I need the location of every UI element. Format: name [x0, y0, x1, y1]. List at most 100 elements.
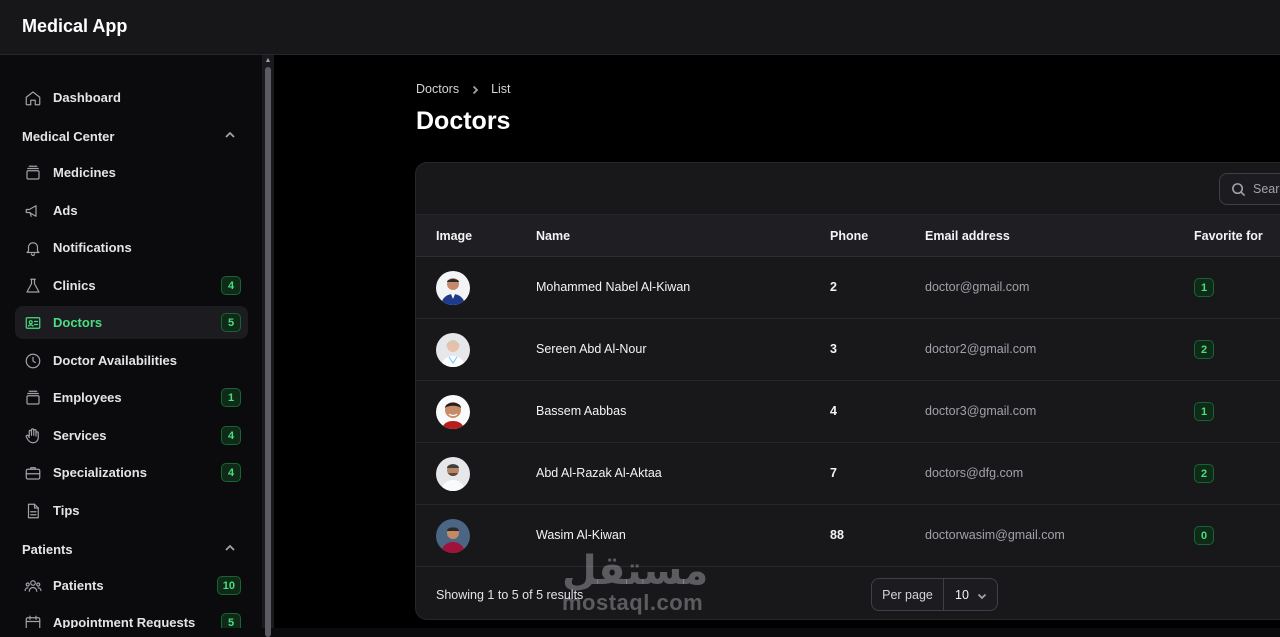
breadcrumb: Doctors List [416, 82, 511, 96]
chevron-right-icon [470, 84, 480, 95]
column-header-favorite[interactable]: Favorite for [1194, 229, 1263, 243]
main-content: Doctors List Doctors Image Name Phone Em… [274, 55, 1280, 628]
breadcrumb-parent[interactable]: Doctors [416, 82, 459, 96]
sidebar-item-label: Medicines [53, 165, 116, 180]
sidebar-item-patients[interactable]: Patients 10 [15, 569, 248, 602]
column-header-email[interactable]: Email address [925, 229, 1010, 243]
table-toolbar [416, 163, 1280, 215]
count-badge: 4 [221, 463, 241, 482]
per-page-value: 10 [955, 587, 969, 602]
count-badge: 5 [221, 613, 241, 628]
sidebar-item-label: Notifications [53, 240, 132, 255]
sidebar-item-label: Patients [53, 578, 104, 593]
column-header-name[interactable]: Name [536, 229, 570, 243]
clock-icon [23, 351, 42, 370]
search-icon [1231, 182, 1246, 197]
per-page-select[interactable]: 10 [944, 579, 997, 610]
top-bar: Medical App [0, 0, 1280, 55]
table-footer: Showing 1 to 5 of 5 results Per page 10 [416, 568, 1280, 619]
document-icon [23, 501, 42, 520]
count-badge: 1 [221, 388, 241, 407]
doctor-phone: 2 [830, 280, 837, 294]
sidebar-item-medicines[interactable]: Medicines [15, 156, 248, 189]
page-title: Doctors [416, 107, 511, 135]
doctor-name: Abd Al-Razak Al-Aktaa [536, 466, 662, 480]
avatar [436, 519, 470, 553]
doctor-email: doctors@dfg.com [925, 466, 1024, 480]
table-row[interactable]: Sereen Abd Al-Nour 3 doctor2@gmail.com 2 [416, 319, 1280, 381]
chevron-down-icon [977, 590, 987, 600]
column-header-image: Image [436, 229, 473, 243]
megaphone-icon [23, 201, 42, 220]
sidebar-group-medical-center[interactable]: Medical Center [22, 128, 242, 148]
avatar [436, 457, 470, 491]
sidebar-item-label: Doctors [53, 315, 103, 330]
flask-icon [23, 276, 42, 295]
doctor-phone: 4 [830, 404, 837, 418]
sidebar-item-label: Clinics [53, 278, 96, 293]
avatar [436, 333, 470, 367]
table-row[interactable]: Wasim Al-Kiwan 88 doctorwasim@gmail.com … [416, 505, 1280, 567]
doctor-name: Sereen Abd Al-Nour [536, 342, 647, 356]
chevron-up-icon[interactable] [224, 128, 238, 142]
doctor-name: Wasim Al-Kiwan [536, 528, 626, 542]
pagination-summary: Showing 1 to 5 of 5 results [436, 588, 584, 602]
doctor-name: Mohammed Nabel Al-Kiwan [536, 280, 691, 294]
hand-icon [23, 426, 42, 445]
favorite-count-badge: 0 [1194, 526, 1214, 545]
count-badge: 10 [216, 576, 241, 595]
per-page-control[interactable]: Per page 10 [871, 578, 998, 611]
sidebar-item-label: Tips [53, 503, 80, 518]
sidebar-item-dashboard[interactable]: Dashboard [15, 81, 248, 114]
doctor-email: doctor@gmail.com [925, 280, 1030, 294]
scrollbar-thumb[interactable] [265, 67, 271, 637]
doctor-email: doctorwasim@gmail.com [925, 528, 1065, 542]
sidebar-item-label: Doctor Availabilities [53, 353, 178, 368]
doctor-phone: 88 [830, 528, 844, 542]
scroll-up-arrow-icon[interactable]: ▲ [264, 57, 272, 65]
sidebar-item-ads[interactable]: Ads [15, 194, 248, 227]
doctors-table-card: Image Name Phone Email address Favorite … [415, 162, 1280, 620]
doctor-phone: 3 [830, 342, 837, 356]
search-input[interactable] [1253, 181, 1280, 197]
doctor-email: doctor3@gmail.com [925, 404, 1037, 418]
count-badge: 5 [221, 313, 241, 332]
sidebar-item-label: Appointment Requests [53, 615, 196, 628]
sidebar-group-label: Medical Center [22, 129, 115, 144]
sidebar-group-patients[interactable]: Patients [22, 541, 242, 561]
sidebar-item-clinics[interactable]: Clinics 4 [15, 269, 248, 302]
doctor-name: Bassem Aabbas [536, 404, 627, 418]
sidebar-item-services[interactable]: Services 4 [15, 419, 248, 452]
sidebar-item-label: Employees [53, 390, 122, 405]
sidebar-item-doctor-availabilities[interactable]: Doctor Availabilities [15, 344, 248, 377]
users-icon [23, 576, 42, 595]
sidebar-item-doctors[interactable]: Doctors 5 [15, 306, 248, 339]
count-badge: 4 [221, 426, 241, 445]
table-row[interactable]: Abd Al-Razak Al-Aktaa 7 doctors@dfg.com … [416, 443, 1280, 505]
doctor-phone: 7 [830, 466, 837, 480]
briefcase-icon [23, 463, 42, 482]
favorite-count-badge: 2 [1194, 464, 1214, 483]
table-row[interactable]: Bassem Aabbas 4 doctor3@gmail.com 1 [416, 381, 1280, 443]
sidebar-item-tips[interactable]: Tips [15, 494, 248, 527]
sidebar-item-employees[interactable]: Employees 1 [15, 381, 248, 414]
sidebar-item-specializations[interactable]: Specializations 4 [15, 456, 248, 489]
calendar-icon [23, 613, 42, 628]
chevron-up-icon[interactable] [224, 541, 238, 555]
sidebar-scrollbar[interactable]: ▲ [262, 55, 274, 637]
sidebar-item-label: Services [53, 428, 107, 443]
archive-icon [23, 388, 42, 407]
sidebar-item-notifications[interactable]: Notifications [15, 231, 248, 264]
favorite-count-badge: 1 [1194, 278, 1214, 297]
sidebar-item-label: Ads [53, 203, 78, 218]
sidebar-group-label: Patients [22, 542, 73, 557]
count-badge: 4 [221, 276, 241, 295]
favorite-count-badge: 2 [1194, 340, 1214, 359]
search-box[interactable] [1219, 173, 1280, 205]
sidebar-item-appointment-requests[interactable]: Appointment Requests 5 [15, 606, 248, 628]
home-icon [23, 88, 42, 107]
table-row[interactable]: Mohammed Nabel Al-Kiwan 2 doctor@gmail.c… [416, 257, 1280, 319]
column-header-phone[interactable]: Phone [830, 229, 868, 243]
avatar [436, 271, 470, 305]
app-title[interactable]: Medical App [22, 16, 127, 37]
